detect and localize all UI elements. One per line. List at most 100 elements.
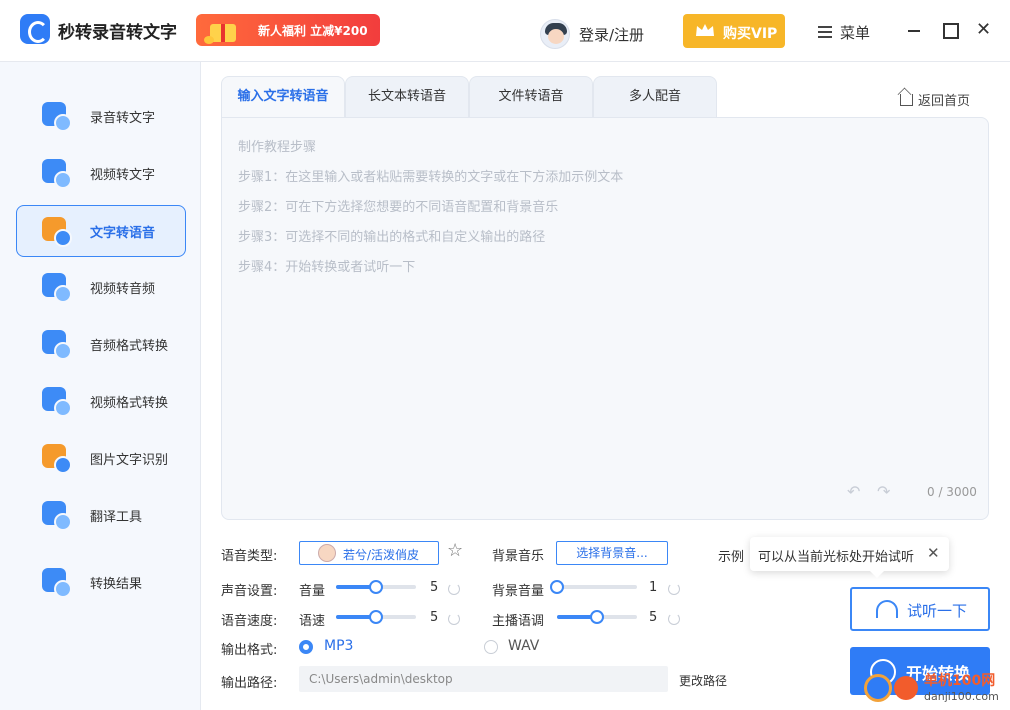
bg-music-label: 背景音乐 <box>492 549 545 564</box>
sidebar-item-label: 文字转语音 <box>90 226 156 241</box>
avatar[interactable] <box>540 19 570 49</box>
sidebar-item-label: 视频转文字 <box>90 168 156 183</box>
sidebar: 录音转文字 视频转文字 文字转语音 视频转音频 音频格式转换 视频格式转换 图片… <box>0 62 201 710</box>
tooltip-text: 可以从当前光标处开始试听 <box>758 550 915 565</box>
bg-volume-label: 背景音量 <box>492 584 545 599</box>
wav-radio[interactable] <box>484 640 498 654</box>
sidebar-item-image-ocr[interactable]: 图片文字识别 <box>16 432 186 484</box>
microphone-wave-icon <box>42 100 74 132</box>
menu-label: 菜单 <box>840 24 871 42</box>
voice-select-button[interactable]: 若兮/活泼俏皮 <box>299 541 439 565</box>
speed-slider[interactable] <box>336 610 416 624</box>
mp3-label[interactable]: MP3 <box>324 638 353 654</box>
title-bar: 秒转录音转文字 新人福利 立减¥200 登录/注册 购买VIP 菜单 ✕ <box>0 0 1010 62</box>
sidebar-item-audio-format[interactable]: 音频格式转换 <box>16 318 186 370</box>
watermark-badge-icon <box>894 676 918 700</box>
promo-text: 新人福利 立减¥200 <box>258 24 368 38</box>
sidebar-item-label: 视频转音频 <box>90 282 156 297</box>
tooltip-close-icon[interactable]: ✕ <box>927 544 940 562</box>
mp3-radio[interactable] <box>299 640 313 654</box>
buy-vip-label: 购买VIP <box>723 26 778 42</box>
tutorial-step: 步骤2：可在下方选择您想要的不同语音配置和背景音乐 <box>238 200 559 215</box>
back-home-label: 返回首页 <box>918 94 971 109</box>
slider-knob[interactable] <box>550 580 564 594</box>
watermark-line1: 单机100网 <box>924 673 996 689</box>
close-button[interactable]: ✕ <box>976 21 992 39</box>
tab-input-text-to-speech[interactable]: 输入文字转语音 <box>221 76 345 118</box>
video-convert-icon <box>42 385 74 417</box>
audio-convert-icon <box>42 328 74 360</box>
watermark-line2: danji100.com <box>924 690 999 703</box>
speed-value: 5 <box>430 610 439 625</box>
voice-type-label: 语音类型: <box>221 549 278 564</box>
undo-icon[interactable]: ↶ <box>847 482 860 501</box>
document-audio-icon <box>42 215 74 247</box>
bg-volume-slider[interactable] <box>550 580 637 594</box>
promo-banner[interactable]: 新人福利 立减¥200 <box>196 14 380 46</box>
sidebar-item-label: 音频格式转换 <box>90 339 169 354</box>
example-label[interactable]: 示例 <box>718 546 744 565</box>
sidebar-item-label: 图片文字识别 <box>90 453 169 468</box>
tab-multi-voice[interactable]: 多人配音 <box>593 76 717 118</box>
minimize-button[interactable] <box>906 22 922 38</box>
maximize-button[interactable] <box>942 22 959 39</box>
site-watermark: 单机100网 danji100.com <box>864 670 1004 710</box>
login-register-link[interactable]: 登录/注册 <box>579 24 644 45</box>
text-editor[interactable]: 制作教程步骤 步骤1：在这里输入或者粘贴需要转换的文字或在下方添加示例文本 步骤… <box>221 117 989 520</box>
volume-slider[interactable] <box>336 580 416 594</box>
buy-vip-button[interactable]: 购买VIP <box>683 14 785 48</box>
sidebar-item-translate[interactable]: 翻译工具 <box>16 489 186 541</box>
reset-icon[interactable] <box>448 613 460 625</box>
slider-knob[interactable] <box>369 610 383 624</box>
wav-label[interactable]: WAV <box>508 638 539 654</box>
output-path-label: 输出路径: <box>221 676 278 691</box>
tutorial-step: 步骤4：开始转换或者试听一下 <box>238 260 416 275</box>
speed-label: 语速 <box>299 614 326 629</box>
tab-file-to-speech[interactable]: 文件转语音 <box>469 76 593 118</box>
sidebar-item-video-to-audio[interactable]: 视频转音频 <box>16 261 186 313</box>
sidebar-item-results[interactable]: 转换结果 <box>16 556 186 608</box>
sound-settings-label: 声音设置: <box>221 584 278 599</box>
back-home-link[interactable]: 返回首页 <box>900 90 970 109</box>
results-list-icon <box>42 566 74 598</box>
change-path-link[interactable]: 更改路径 <box>679 672 727 689</box>
gift-icon <box>202 16 242 44</box>
volume-label: 音量 <box>299 584 326 599</box>
reset-icon[interactable] <box>448 583 460 595</box>
tutorial-step: 步骤3：可选择不同的输出的格式和自定义输出的路径 <box>238 230 546 245</box>
speaker-avatar-icon <box>318 544 336 562</box>
sidebar-item-video-to-text[interactable]: 视频转文字 <box>16 147 186 199</box>
sidebar-item-label: 视频格式转换 <box>90 396 169 411</box>
headphones-icon <box>876 600 898 618</box>
pitch-label: 主播语调 <box>492 614 545 629</box>
app-logo-icon <box>20 14 50 44</box>
home-icon <box>900 94 913 106</box>
speed-section-label: 语音速度: <box>221 614 278 629</box>
tutorial-step: 步骤1：在这里输入或者粘贴需要转换的文字或在下方添加示例文本 <box>238 170 624 185</box>
tab-long-text-to-speech[interactable]: 长文本转语音 <box>345 76 469 118</box>
translate-icon <box>42 499 74 531</box>
crown-icon <box>696 24 714 36</box>
output-path-field[interactable]: C:\Users\admin\desktop <box>299 666 668 692</box>
sidebar-item-text-to-speech[interactable]: 文字转语音 <box>16 205 186 257</box>
select-bg-music-button[interactable]: 选择背景音... <box>556 541 668 565</box>
sidebar-item-label: 翻译工具 <box>90 510 143 525</box>
pitch-value: 5 <box>649 610 658 625</box>
bg-volume-value: 1 <box>649 580 658 595</box>
redo-icon[interactable]: ↷ <box>877 482 890 501</box>
pitch-slider[interactable] <box>557 610 637 624</box>
favorite-star-icon[interactable]: ☆ <box>447 540 463 561</box>
slider-knob[interactable] <box>369 580 383 594</box>
sidebar-item-label: 录音转文字 <box>90 111 156 126</box>
reset-icon[interactable] <box>668 613 680 625</box>
image-ocr-icon <box>42 442 74 474</box>
output-format-label: 输出格式: <box>221 643 278 658</box>
sidebar-item-audio-to-text[interactable]: 录音转文字 <box>16 90 186 142</box>
voice-value: 若兮/活泼俏皮 <box>343 548 420 562</box>
preview-listen-button[interactable]: 试听一下 <box>850 587 990 631</box>
sidebar-item-video-format[interactable]: 视频格式转换 <box>16 375 186 427</box>
app-title: 秒转录音转文字 <box>58 23 177 43</box>
slider-knob[interactable] <box>590 610 604 624</box>
char-count: 0 / 3000 <box>927 485 977 499</box>
reset-icon[interactable] <box>668 583 680 595</box>
